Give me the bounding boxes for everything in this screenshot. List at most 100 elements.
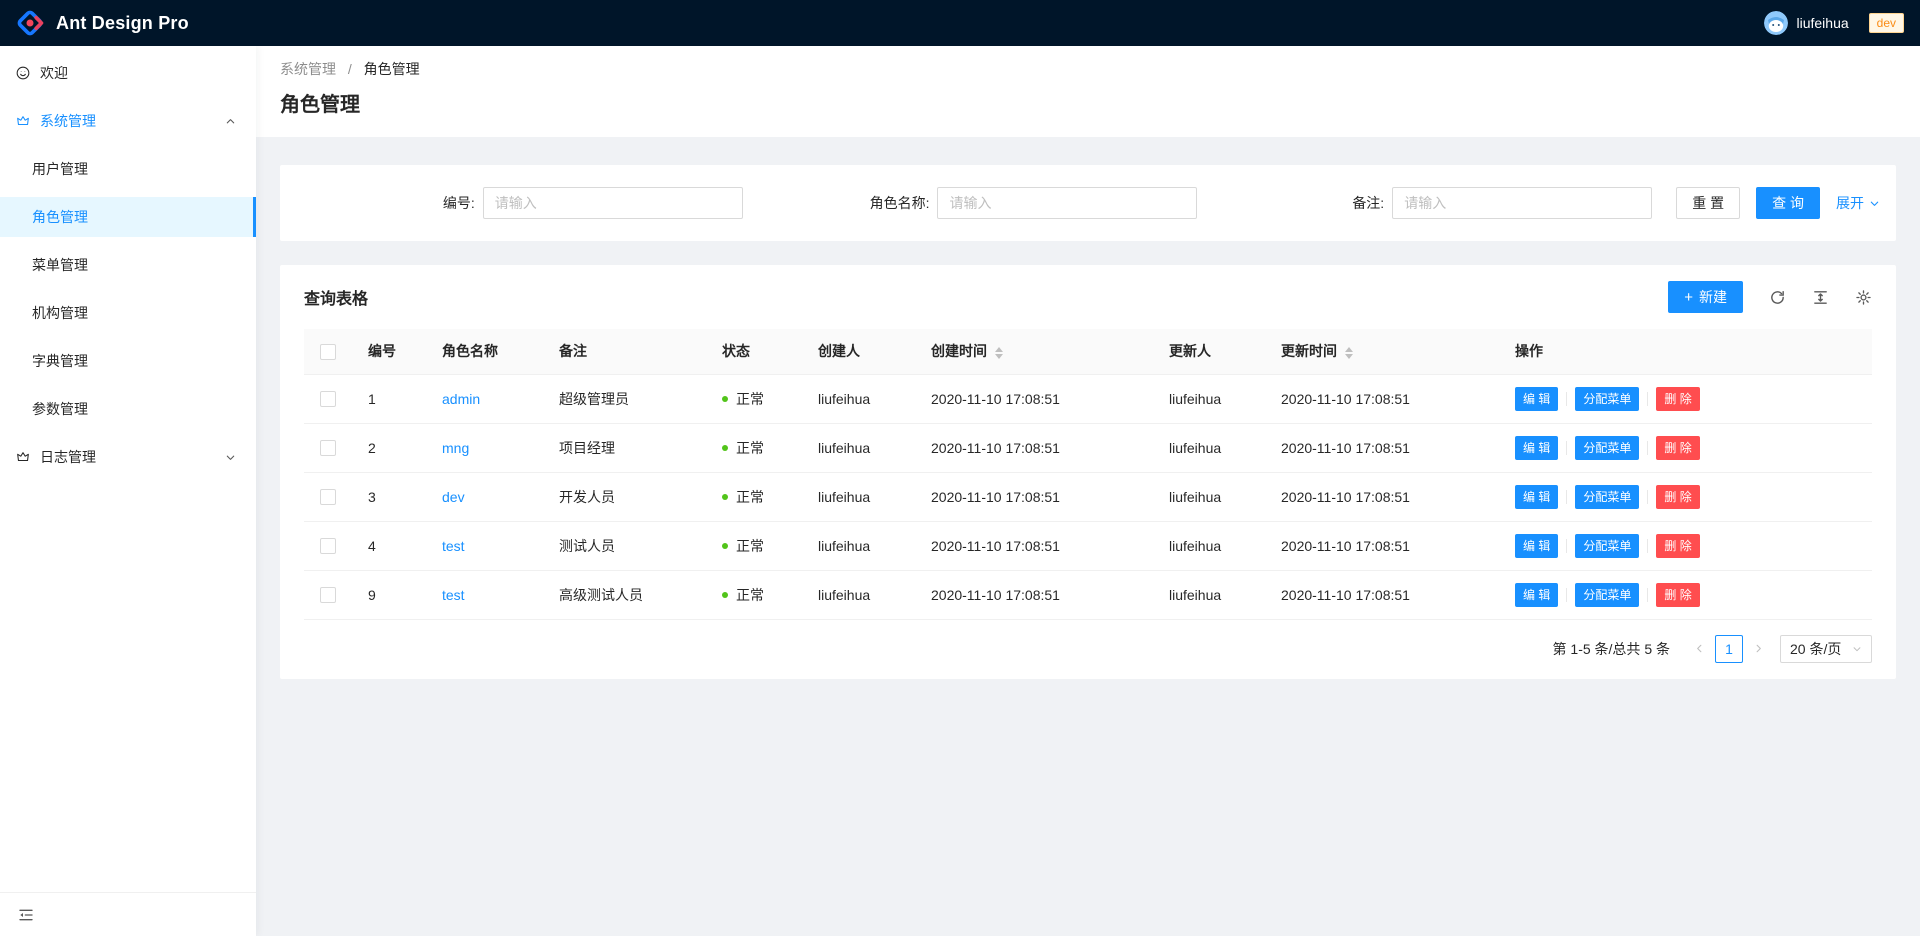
pagination-total: 第 1-5 条/总共 5 条: [1553, 639, 1670, 659]
select-all-checkbox[interactable]: [320, 344, 336, 360]
app-logo[interactable]: Ant Design Pro: [16, 9, 189, 37]
sort-carets-icon[interactable]: [1345, 347, 1353, 359]
table-row: 3 dev 开发人员 正常 liufeihua 2020-11-10 17:08…: [304, 472, 1872, 521]
col-updated[interactable]: 更新时间: [1265, 329, 1499, 374]
status-badge: 正常: [736, 587, 764, 603]
row-checkbox[interactable]: [320, 538, 336, 554]
column-height-icon[interactable]: [1812, 289, 1829, 306]
status-dot: [722, 396, 728, 402]
cell-updater: liufeihua: [1153, 521, 1265, 570]
sidebar-item-users[interactable]: 用户管理: [0, 149, 256, 189]
row-checkbox[interactable]: [320, 489, 336, 505]
table-header-row: 编号 角色名称 备注 状态 创建人 创建时间 更新人 更新时间 操作: [304, 329, 1872, 374]
delete-button[interactable]: 删 除: [1656, 436, 1699, 460]
edit-button[interactable]: 编 辑: [1515, 485, 1558, 509]
cell-updated: 2020-11-10 17:08:51: [1265, 423, 1499, 472]
breadcrumb-parent[interactable]: 系统管理: [280, 61, 336, 77]
status-badge: 正常: [736, 489, 764, 505]
sidebar-item-roles[interactable]: 角色管理: [0, 197, 256, 237]
delete-button[interactable]: 删 除: [1656, 583, 1699, 607]
delete-button[interactable]: 删 除: [1656, 485, 1699, 509]
role-name-link[interactable]: admin: [442, 391, 480, 407]
row-checkbox[interactable]: [320, 440, 336, 456]
cell-updated: 2020-11-10 17:08:51: [1265, 521, 1499, 570]
role-name-link[interactable]: test: [442, 538, 465, 554]
col-name: 角色名称: [426, 329, 543, 374]
cell-created: 2020-11-10 17:08:51: [915, 374, 1153, 423]
sidebar-item-label: 机构管理: [32, 303, 88, 323]
assign-menu-button[interactable]: 分配菜单: [1575, 485, 1639, 509]
cell-remark: 超级管理员: [543, 374, 706, 423]
expand-toggle[interactable]: 展开: [1836, 193, 1880, 213]
assign-menu-button[interactable]: 分配菜单: [1575, 583, 1639, 607]
sidebar-group-logs[interactable]: 日志管理: [0, 437, 256, 477]
vertical-divider: [1566, 392, 1567, 406]
cell-id: 9: [352, 570, 426, 619]
cell-creator: liufeihua: [802, 472, 915, 521]
delete-button[interactable]: 删 除: [1656, 387, 1699, 411]
assign-menu-button[interactable]: 分配菜单: [1575, 387, 1639, 411]
cell-creator: liufeihua: [802, 374, 915, 423]
sidebar-item-menus[interactable]: 菜单管理: [0, 245, 256, 285]
sidebar-group-system[interactable]: 系统管理: [0, 101, 256, 141]
next-page-button[interactable]: [1747, 643, 1770, 654]
edit-button[interactable]: 编 辑: [1515, 436, 1558, 460]
cell-creator: liufeihua: [802, 521, 915, 570]
new-button-label: 新建: [1699, 287, 1727, 307]
vertical-divider: [1647, 392, 1648, 406]
edit-button[interactable]: 编 辑: [1515, 387, 1558, 411]
cell-creator: liufeihua: [802, 570, 915, 619]
prev-page-button[interactable]: [1688, 643, 1711, 654]
user-menu[interactable]: liufeihua: [1764, 11, 1856, 35]
sidebar-item-label: 角色管理: [32, 207, 88, 227]
vertical-divider: [1566, 490, 1567, 504]
role-name-link[interactable]: dev: [442, 489, 465, 505]
menu-fold-icon: [18, 907, 34, 923]
role-name-link[interactable]: test: [442, 587, 465, 603]
edit-button[interactable]: 编 辑: [1515, 583, 1558, 607]
assign-menu-button[interactable]: 分配菜单: [1575, 534, 1639, 558]
row-checkbox[interactable]: [320, 587, 336, 603]
role-name-link[interactable]: mng: [442, 440, 469, 456]
sidebar-collapse-trigger[interactable]: [0, 892, 256, 936]
field-role-name-input[interactable]: [937, 187, 1197, 219]
vertical-divider: [1566, 441, 1567, 455]
row-checkbox[interactable]: [320, 391, 336, 407]
smile-icon: [16, 66, 30, 80]
vertical-divider: [1647, 490, 1648, 504]
delete-button[interactable]: 删 除: [1656, 534, 1699, 558]
new-button[interactable]: + 新建: [1668, 281, 1743, 313]
sidebar-item-params[interactable]: 参数管理: [0, 389, 256, 429]
reload-icon[interactable]: [1769, 289, 1786, 306]
settings-gear-icon[interactable]: [1855, 289, 1872, 306]
roles-table: 编号 角色名称 备注 状态 创建人 创建时间 更新人 更新时间 操作: [304, 329, 1872, 620]
page-size-select[interactable]: 20 条/页: [1780, 635, 1872, 663]
reset-button[interactable]: 重 置: [1676, 187, 1740, 219]
col-created[interactable]: 创建时间: [915, 329, 1153, 374]
page-header: 系统管理 / 角色管理 角色管理: [256, 46, 1920, 137]
table-toolbar: 查询表格 + 新建: [280, 265, 1896, 329]
table-row: 1 admin 超级管理员 正常 liufeihua 2020-11-10 17…: [304, 374, 1872, 423]
table-row: 9 test 高级测试人员 正常 liufeihua 2020-11-10 17…: [304, 570, 1872, 619]
sidebar-item-label: 参数管理: [32, 399, 88, 419]
status-badge: 正常: [736, 538, 764, 554]
assign-menu-button[interactable]: 分配菜单: [1575, 436, 1639, 460]
sidebar-item-orgs[interactable]: 机构管理: [0, 293, 256, 333]
user-name: liufeihua: [1796, 15, 1848, 31]
table-row: 2 mng 项目经理 正常 liufeihua 2020-11-10 17:08…: [304, 423, 1872, 472]
field-remark-input[interactable]: [1392, 187, 1652, 219]
page-number-active[interactable]: 1: [1715, 635, 1743, 663]
sort-carets-icon[interactable]: [995, 347, 1003, 359]
field-id-input[interactable]: [483, 187, 743, 219]
edit-button[interactable]: 编 辑: [1515, 534, 1558, 558]
table-row: 4 test 测试人员 正常 liufeihua 2020-11-10 17:0…: [304, 521, 1872, 570]
sidebar-item-welcome[interactable]: 欢迎: [0, 53, 256, 93]
status-dot: [722, 445, 728, 451]
cell-remark: 开发人员: [543, 472, 706, 521]
cell-updater: liufeihua: [1153, 423, 1265, 472]
search-button[interactable]: 查 询: [1756, 187, 1820, 219]
sidebar-item-dicts[interactable]: 字典管理: [0, 341, 256, 381]
field-role-name-label: 角色名称:: [870, 193, 930, 213]
table-card: 查询表格 + 新建: [280, 265, 1896, 679]
cell-remark: 高级测试人员: [543, 570, 706, 619]
